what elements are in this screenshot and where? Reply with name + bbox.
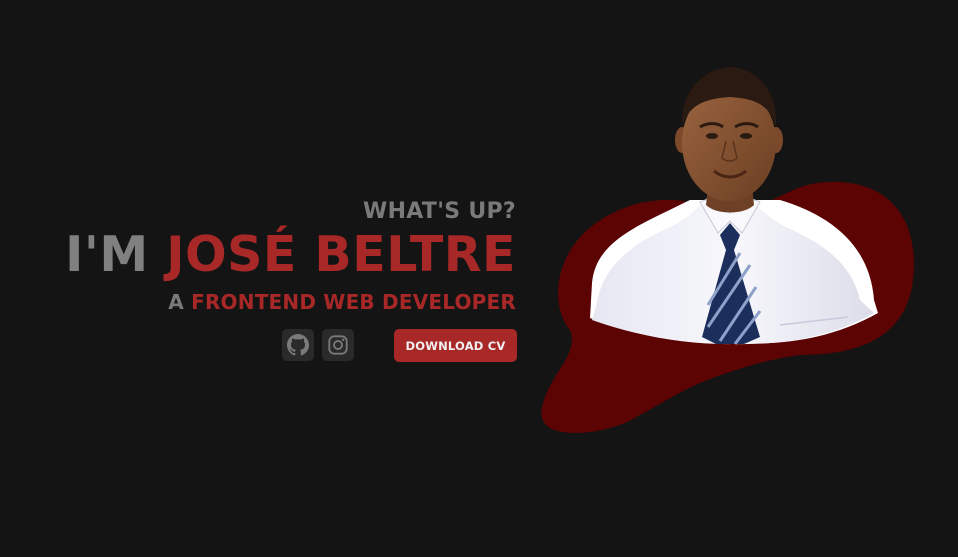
github-icon [287,334,309,356]
role-highlight: FRONTEND WEB DEVELOPER [191,290,516,314]
instagram-icon [328,335,348,355]
github-link[interactable] [282,329,314,361]
profile-portrait [530,55,930,445]
profile-photo [541,67,914,434]
name-highlight: JOSÉ BELTRE [166,226,516,283]
hero-name: I'M JOSÉ BELTRE [65,227,516,283]
instagram-link[interactable] [322,329,354,361]
download-cv-button[interactable]: DOWNLOAD CV [394,329,517,362]
name-prefix: I'M [65,226,167,283]
hero-role: A FRONTEND WEB DEVELOPER [65,287,516,317]
hero-text: WHAT'S UP? I'M JOSÉ BELTRE A FRONTEND WE… [65,195,516,317]
role-prefix: A [168,290,192,314]
greeting-text: WHAT'S UP? [363,199,516,224]
